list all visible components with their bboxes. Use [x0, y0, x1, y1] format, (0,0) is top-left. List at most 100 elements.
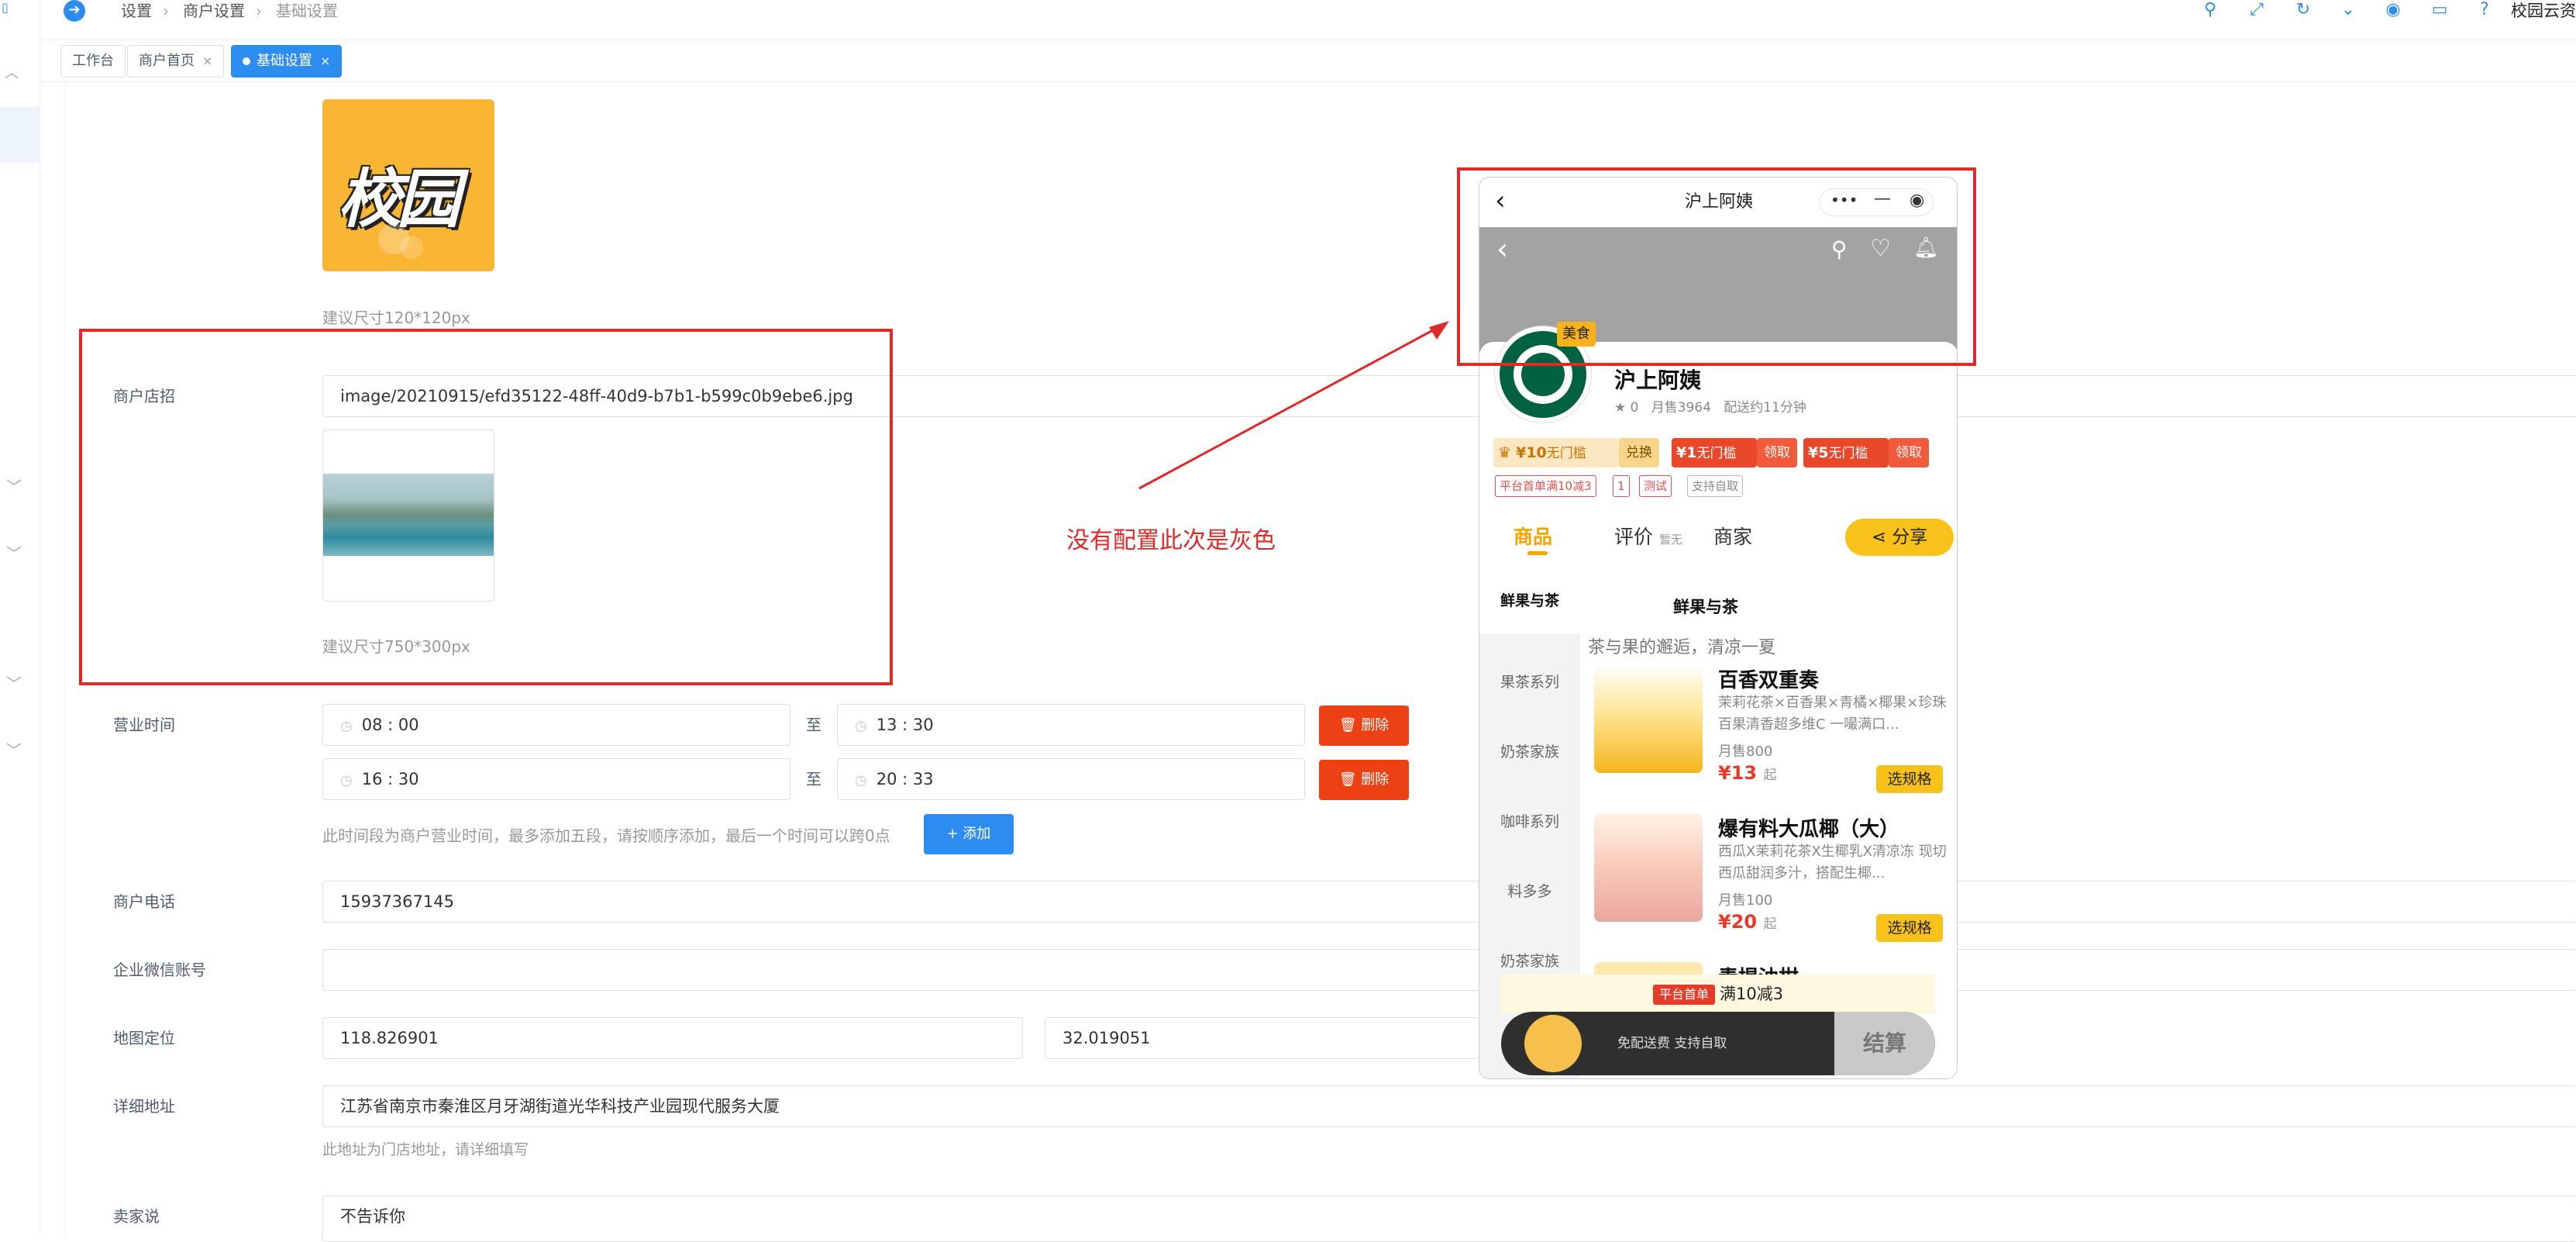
breadcrumb-separator-icon: › [163, 2, 169, 20]
product-image[interactable] [1594, 813, 1703, 922]
hours-start-input[interactable]: ◷ 16 : 30 [322, 758, 790, 800]
checkout-button[interactable]: 结算 [1834, 1012, 1935, 1075]
tab-goods[interactable]: 商品 [1514, 522, 1552, 550]
time-value: 20 : 33 [876, 770, 934, 788]
help-icon[interactable]: ? [2474, 0, 2495, 22]
breadcrumb-separator-icon: › [256, 2, 262, 20]
breadcrumb-item[interactable]: 设置 [121, 0, 152, 22]
chevron-down-icon[interactable]: ﹀ [6, 474, 22, 497]
add-hours-button[interactable]: + 添加 [924, 814, 1014, 854]
coupon-amount: ¥5 [1808, 444, 1829, 461]
close-icon[interactable]: × [202, 53, 212, 68]
phone-input[interactable]: 15937367145 [322, 881, 2576, 923]
price-unit: 起 [1763, 768, 1777, 783]
hours-end-input[interactable]: ◷ 13 : 30 [837, 704, 1305, 746]
tab-merchant[interactable]: 商家 [1713, 522, 1752, 550]
fullscreen-icon[interactable]: ⤢ [2246, 0, 2268, 22]
annotation-arrow [1138, 321, 1449, 490]
price-value: ¥13 [1718, 762, 1758, 784]
seller-says-value: 不告诉你 [340, 1207, 405, 1226]
rating-value: 0 [1630, 400, 1639, 416]
side-menu-item[interactable]: 鲜果与茶 [1479, 568, 1580, 633]
hours-end-input[interactable]: ◷ 20 : 33 [837, 758, 1305, 800]
select-spec-button[interactable]: 选规格 [1876, 914, 1943, 942]
monitor-icon[interactable]: ▭ [2429, 0, 2450, 22]
product-price: ¥13 起 [1718, 762, 1776, 784]
logo-image[interactable]: 校园 [322, 99, 494, 271]
side-menu-item[interactable]: 奶茶家族 [1479, 950, 1580, 971]
clock-icon: ◷ [855, 718, 867, 734]
back-circle-icon[interactable]: ➔ [64, 0, 85, 22]
coupon-card[interactable]: ♛ ¥10无门槛 [1493, 438, 1619, 467]
chevron-down-icon[interactable]: ﹀ [6, 671, 22, 694]
trash-icon: 🗑 [1338, 771, 1362, 788]
shop-name: 沪上阿姨 [1614, 367, 1702, 393]
eye-icon[interactable]: ◉ [2382, 0, 2404, 22]
product-desc: 西瓜X茉莉花茶X生椰乳X清凉冻 现切西瓜甜润多汁，搭配生椰... [1718, 844, 1947, 881]
breadcrumb-item[interactable]: 商户设置 [183, 0, 245, 22]
clock-icon: ◷ [340, 718, 353, 734]
collapse-icon[interactable]: ︿ [5, 62, 19, 82]
reviews-sub: 暂无 [1658, 533, 1682, 547]
address-label: 详细地址 [113, 1097, 175, 1116]
coupon-card[interactable]: ¥5无门槛 [1803, 438, 1889, 467]
tab-reviews[interactable]: 评价 暂无 [1614, 522, 1682, 550]
product-sales: 月售100 [1718, 892, 1773, 909]
tab-merchant-home[interactable]: 商户首页 × [127, 45, 225, 78]
time-value: 13 : 30 [876, 716, 934, 734]
chevron-down-icon[interactable]: ⌄ [2337, 0, 2359, 22]
to-label: 至 [806, 716, 821, 734]
side-menu-item[interactable]: 咖啡系列 [1479, 810, 1580, 831]
select-spec-button[interactable]: 选规格 [1876, 765, 1943, 793]
coupon-action-button[interactable]: 领取 [1757, 438, 1797, 467]
delete-button[interactable]: 🗑 删除 [1319, 760, 1409, 800]
search-icon[interactable]: ⚲ [2199, 0, 2221, 22]
phone-label: 商户电话 [113, 892, 175, 911]
seller-says-input[interactable]: 不告诉你 [322, 1195, 2576, 1242]
site-name: 校园云资 [2511, 2, 2576, 20]
side-menu-item[interactable]: 料多多 [1479, 880, 1580, 901]
tab-label: 评价 [1614, 526, 1654, 548]
product-sales: 月售800 [1718, 743, 1773, 760]
tab-workbench[interactable]: 工作台 [60, 45, 126, 78]
left-sidebar: ▯ ︿ ﹀ ﹀ ﹀ ﹀ [0, 0, 40, 1236]
address-input[interactable]: 江苏省南京市秦淮区月牙湖街道光华科技产业园现代服务大厦 [322, 1085, 2576, 1127]
menu-toggle-icon[interactable]: ▯ [2, 0, 15, 20]
chevron-down-icon[interactable]: ﹀ [6, 541, 22, 564]
coupon-desc: 无门槛 [1696, 446, 1737, 461]
wechat-input[interactable] [322, 949, 2576, 991]
hours-start-input[interactable]: ◷ 08 : 00 [322, 704, 790, 746]
side-menu-item[interactable]: 奶茶家族 [1479, 740, 1580, 761]
tab-label: 商户首页 [139, 53, 195, 69]
promo-text: 满10减3 [1719, 985, 1784, 1003]
share-button[interactable]: ⋖ 分享 [1845, 519, 1954, 556]
product-image[interactable] [1594, 664, 1703, 773]
logo-decoration [400, 236, 423, 259]
product-title: 百香双重奏 [1718, 669, 1820, 692]
tab-basic-settings[interactable]: 基础设置 × [231, 45, 343, 78]
delete-label: 删除 [1361, 717, 1390, 733]
promo-tag: 支持自取 [1687, 475, 1744, 497]
coupon-action-button[interactable]: 领取 [1889, 438, 1929, 467]
latitude-input[interactable]: 32.019051 [1045, 1017, 1479, 1059]
refresh-icon[interactable]: ↻ [2292, 0, 2314, 22]
longitude-input[interactable]: 118.826901 [322, 1017, 1023, 1059]
coupon-card[interactable]: ¥1无门槛 [1672, 438, 1757, 467]
delivery-time: 配送约11分钟 [1724, 400, 1806, 416]
active-dot-icon [243, 57, 250, 65]
side-menu-item[interactable]: 果茶系列 [1479, 671, 1580, 692]
chevron-down-icon[interactable]: ﹀ [6, 738, 22, 761]
coupon-desc: 无门槛 [1546, 446, 1586, 461]
coupon-action-button[interactable]: 兑换 [1619, 438, 1659, 467]
cart-mascot-icon [1524, 1015, 1582, 1072]
promo-pill: 平台首单 [1652, 985, 1715, 1005]
promo-tag: 平台首单满10减3 [1495, 475, 1596, 497]
sidebar-selected-item[interactable] [0, 107, 40, 163]
delete-button[interactable]: 🗑 删除 [1319, 706, 1409, 746]
longitude-value: 118.826901 [340, 1029, 439, 1047]
crown-icon: ♛ [1498, 444, 1512, 461]
coupon-amount: ¥10 [1516, 444, 1547, 461]
close-icon[interactable]: × [320, 53, 330, 68]
tab-active-indicator [1527, 551, 1548, 555]
product-desc: 茉莉花茶×百香果×青橘×椰果×珍珠 百果清香超多维C 一嘬满口... [1718, 695, 1947, 733]
